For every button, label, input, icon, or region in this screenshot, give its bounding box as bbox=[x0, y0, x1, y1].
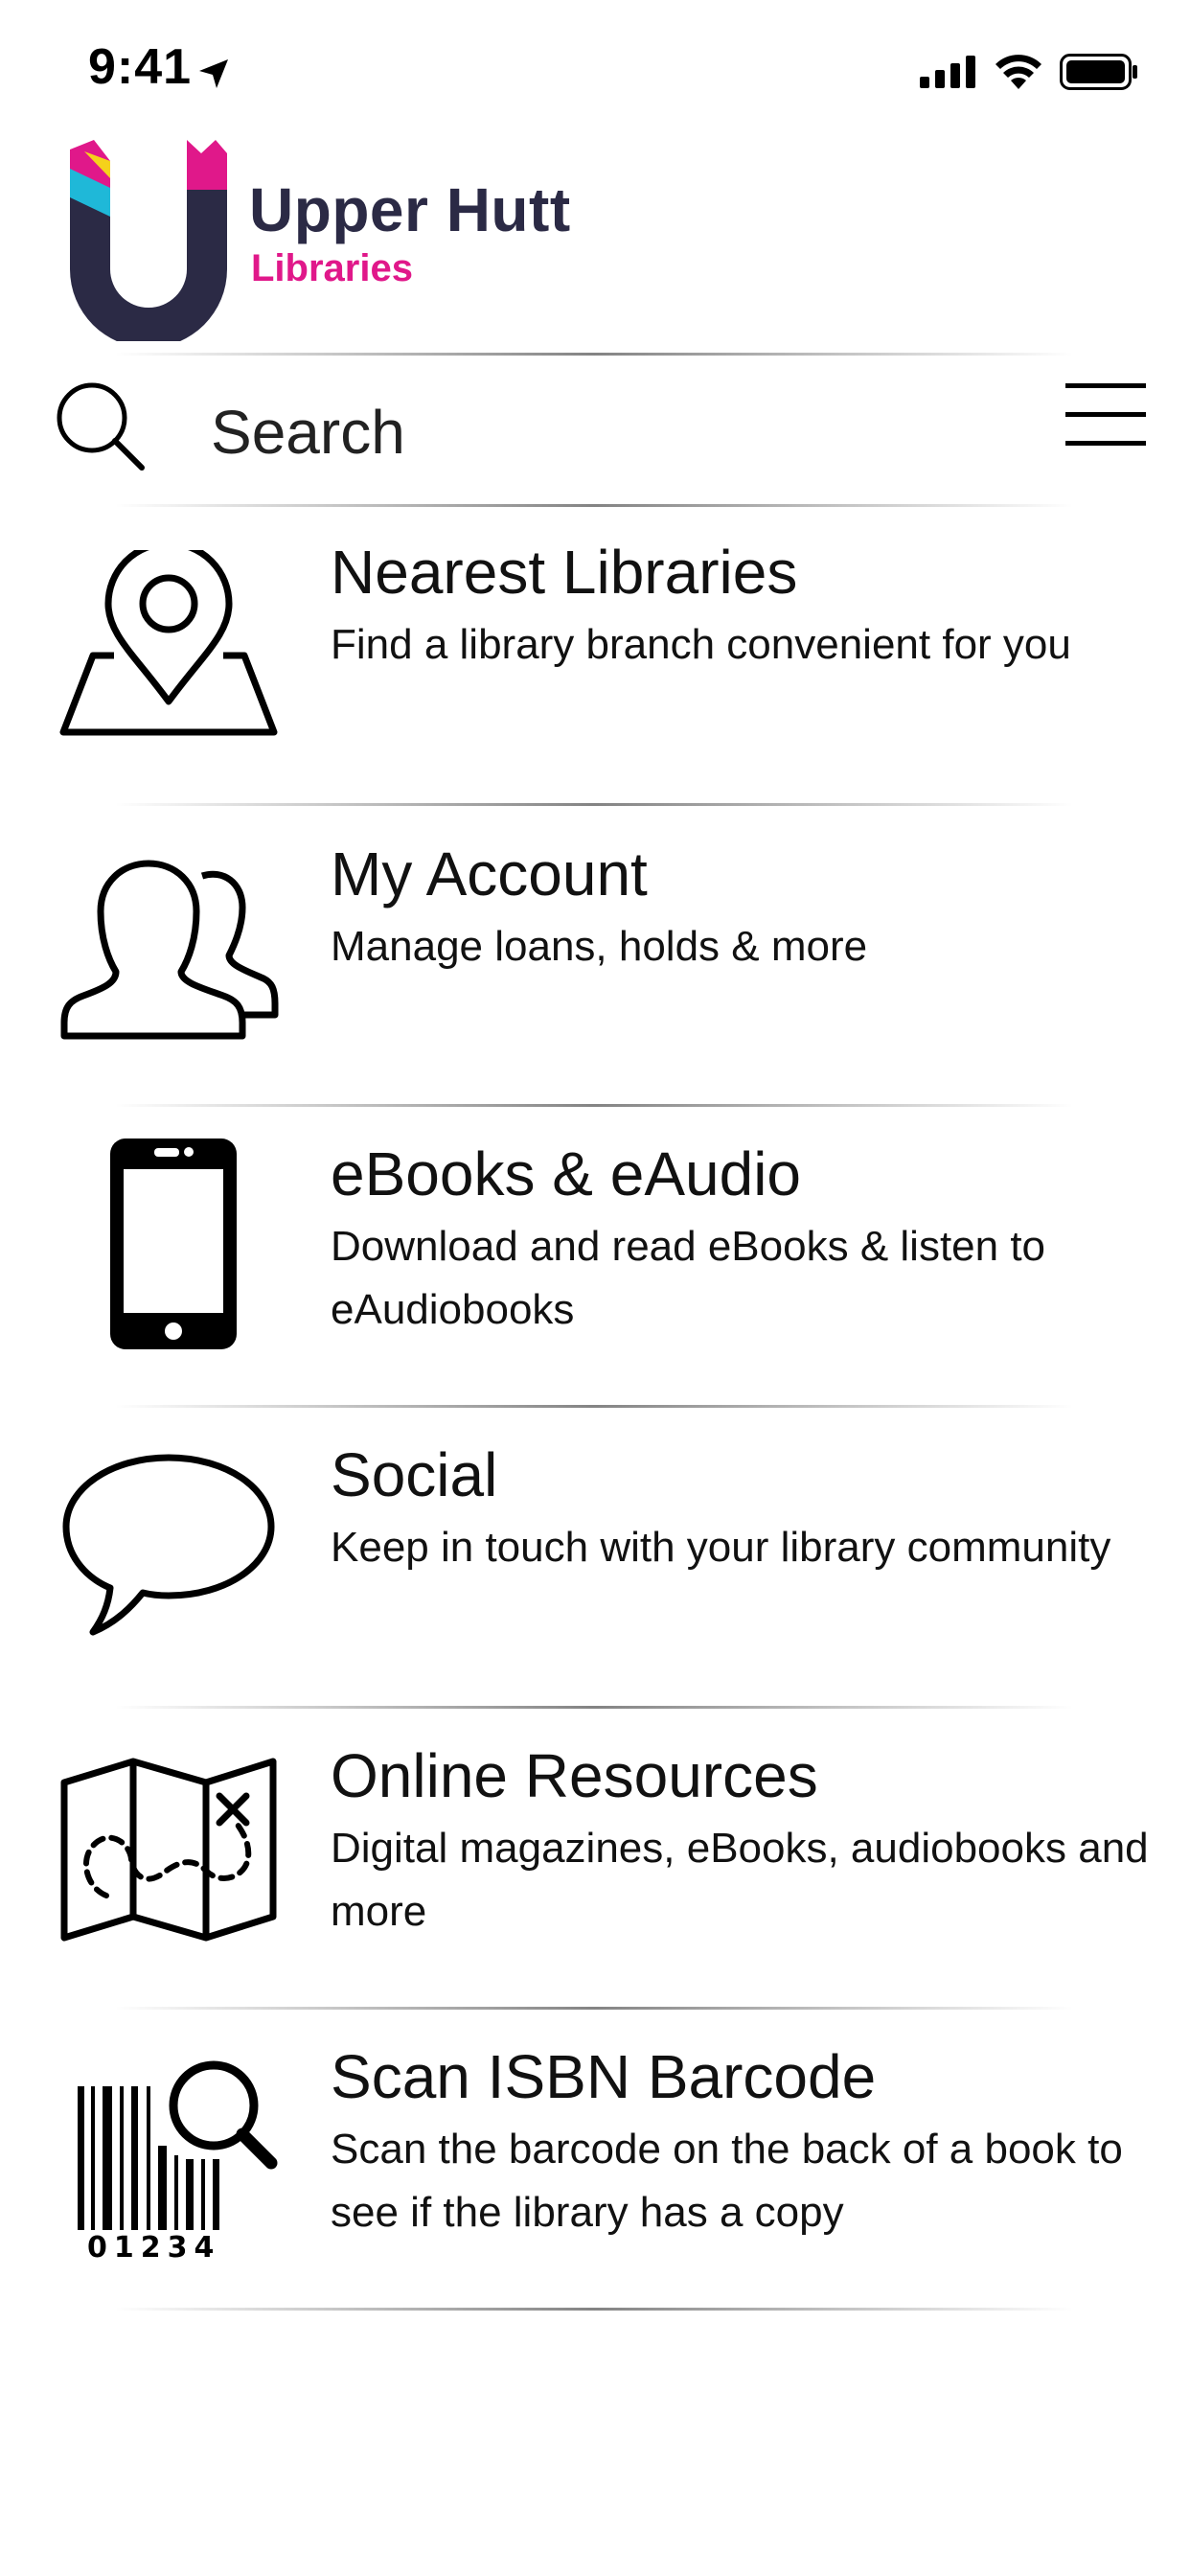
status-bar: 9:41 bbox=[0, 0, 1190, 144]
item-title: eBooks & eAudio bbox=[331, 1139, 801, 1208]
location-arrow-icon bbox=[199, 59, 228, 88]
divider bbox=[115, 353, 1073, 356]
divider bbox=[115, 1405, 1073, 1408]
item-description: Manage loans, holds & more bbox=[331, 923, 868, 970]
menu-item-scan-isbn-barcode[interactable]: 01234 Scan ISBN Barcode Scan the barcode… bbox=[0, 2022, 1190, 2323]
map-pin-icon bbox=[54, 531, 284, 761]
logo-name: Upper Hutt bbox=[249, 175, 571, 244]
upper-hutt-libraries-logo: Upper Hutt Libraries bbox=[67, 140, 604, 341]
divider bbox=[115, 1706, 1073, 1709]
smartphone-icon bbox=[54, 1129, 284, 1359]
search-bar bbox=[0, 356, 1190, 506]
menu-item-ebooks-eaudio[interactable]: eBooks & eAudio Download and read eBooks… bbox=[0, 1119, 1190, 1420]
item-title: Nearest Libraries bbox=[331, 538, 798, 607]
menu-item-social[interactable]: Social Keep in touch with your library c… bbox=[0, 1420, 1190, 1721]
search-icon[interactable] bbox=[54, 380, 149, 475]
item-description: Keep in touch with your library communit… bbox=[331, 1524, 1111, 1571]
barcode-search-icon: 01234 bbox=[54, 2036, 284, 2266]
signal-icon bbox=[920, 56, 975, 88]
item-description: Find a library branch convenient for you bbox=[331, 621, 1071, 668]
hamburger-menu-icon[interactable] bbox=[1065, 381, 1146, 448]
wifi-icon bbox=[995, 55, 1041, 89]
divider bbox=[115, 803, 1073, 806]
status-time: 9:41 bbox=[88, 39, 193, 95]
divider bbox=[115, 2308, 1073, 2311]
menu-item-my-account[interactable]: My Account Manage loans, holds & more bbox=[0, 819, 1190, 1120]
menu-item-online-resources[interactable]: Online Resources Digital magazines, eBoo… bbox=[0, 1721, 1190, 2022]
treasure-map-icon bbox=[54, 1735, 284, 1965]
logo-subtitle: Libraries bbox=[251, 247, 413, 289]
item-description: Digital magazines, eBooks, audiobooks an… bbox=[331, 1825, 1149, 1935]
speech-bubble-icon bbox=[54, 1434, 284, 1664]
item-title: Online Resources bbox=[331, 1741, 818, 1810]
item-description: Scan the barcode on the back of a book t… bbox=[331, 2126, 1123, 2236]
item-title: Scan ISBN Barcode bbox=[331, 2042, 877, 2111]
logo-u-mark bbox=[70, 140, 227, 341]
divider bbox=[115, 1104, 1073, 1107]
item-title: My Account bbox=[331, 840, 648, 908]
menu-item-nearest-libraries[interactable]: Nearest Libraries Find a library branch … bbox=[0, 518, 1190, 818]
item-description: Download and read eBooks & listen to eAu… bbox=[331, 1223, 1046, 1333]
search-input[interactable] bbox=[211, 389, 977, 475]
battery-icon bbox=[1060, 54, 1137, 90]
users-icon bbox=[54, 833, 284, 1063]
item-title: Social bbox=[331, 1440, 498, 1509]
divider bbox=[115, 2007, 1073, 2010]
barcode-digits: 01234 bbox=[87, 2231, 220, 2261]
divider bbox=[115, 504, 1073, 507]
